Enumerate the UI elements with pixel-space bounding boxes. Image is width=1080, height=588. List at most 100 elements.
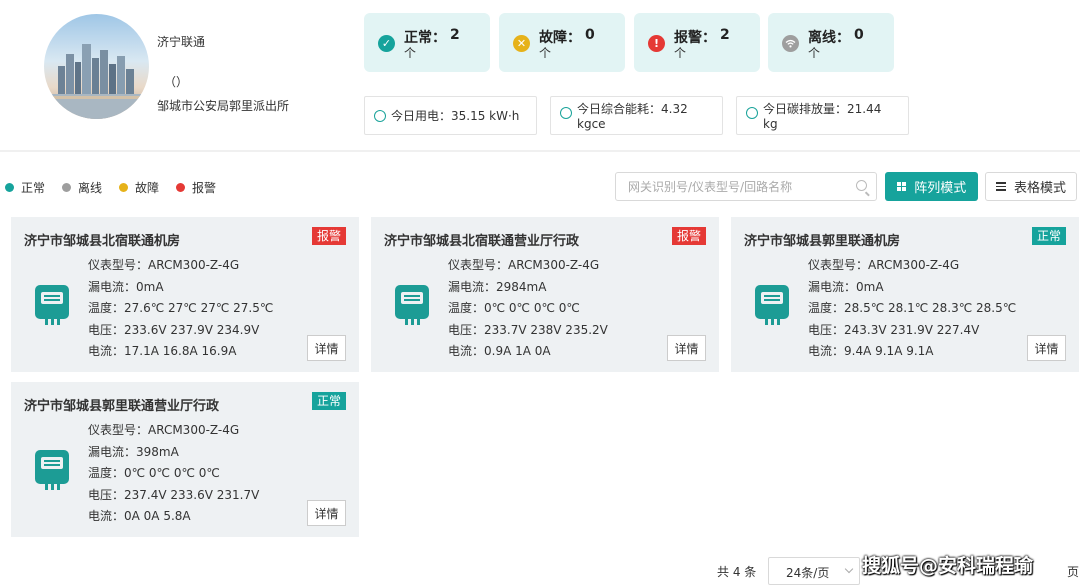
device-monitor-page: 济宁联通 （） 邹城市公安局郭里派出所 ✓ 正常： 2 个 ✕ 故障： 0 个 … xyxy=(0,0,1080,588)
device-title: 济宁市邹城县北宿联通营业厅行政 xyxy=(384,234,580,249)
stat-count: 2 xyxy=(720,27,730,43)
status-badge: 正常 xyxy=(1031,227,1066,245)
wifi-off-icon xyxy=(782,35,799,52)
voltage: 电压：237.4V 233.6V 231.7V xyxy=(88,487,260,502)
device-card[interactable]: 济宁市邹城县郭里联通机房 正常 仪表型号：ARCM300-Z-4G 漏电流：0m… xyxy=(731,217,1079,372)
stat-unit: 个 xyxy=(539,46,552,60)
grid-icon xyxy=(896,181,907,192)
current: 电流：9.4A 9.1A 9.1A xyxy=(808,344,934,359)
stat-alarm[interactable]: ! 报警： 2 个 xyxy=(634,13,760,72)
voltage: 电压：233.7V 238V 235.2V xyxy=(448,322,608,337)
gauge-icon xyxy=(560,107,572,119)
energy-consumption-unit: kgce xyxy=(577,117,606,131)
org-station: 邹城市公安局郭里派出所 xyxy=(157,99,290,113)
org-avatar xyxy=(44,14,149,119)
legend-item-fault: 故障 xyxy=(119,179,159,196)
carbon-emission-box: 今日碳排放量：21.44 kg xyxy=(736,96,909,135)
leakage-current: 漏电流：2984mA xyxy=(448,279,547,294)
list-icon xyxy=(995,180,1006,193)
device-title: 济宁市邹城县郭里联通机房 xyxy=(744,234,901,249)
energy-consumption-value: 今日综合能耗：4.32 xyxy=(577,102,688,116)
stat-fault[interactable]: ✕ 故障： 0 个 xyxy=(499,13,625,72)
status-legend: 正常 离线 故障 报警 xyxy=(5,179,233,196)
search-icon[interactable] xyxy=(856,180,867,191)
lightning-icon xyxy=(374,110,386,122)
detail-button[interactable]: 详情 xyxy=(667,335,706,361)
leakage-current: 漏电流：398mA xyxy=(88,444,179,459)
stat-normal[interactable]: ✓ 正常： 2 个 xyxy=(364,13,490,72)
device-info: 仪表型号：ARCM300-Z-4G 漏电流：398mA 温度：0℃ 0℃ 0℃ … xyxy=(88,420,259,528)
voltage: 电压：243.3V 231.9V 227.4V xyxy=(808,322,980,337)
device-title: 济宁市邹城县北宿联通机房 xyxy=(24,234,181,249)
meter-icon xyxy=(35,285,69,331)
legend-item-normal: 正常 xyxy=(5,179,45,196)
device-title: 济宁市邹城县郭里联通营业厅行政 xyxy=(24,399,220,414)
stat-unit: 个 xyxy=(808,46,821,60)
legend-dot xyxy=(176,183,186,192)
legend-dot xyxy=(5,183,14,192)
legend-label: 故障 xyxy=(135,181,160,195)
detail-button[interactable]: 详情 xyxy=(307,335,346,361)
status-badge: 报警 xyxy=(671,227,706,245)
page-size-select[interactable]: 24条/页 xyxy=(768,557,860,585)
meter-icon xyxy=(35,450,69,496)
search-box xyxy=(615,172,877,201)
status-badge: 正常 xyxy=(311,392,346,410)
meter-model: 仪表型号：ARCM300-Z-4G xyxy=(808,258,960,272)
detail-button[interactable]: 详情 xyxy=(1027,335,1066,361)
legend-item-alarm: 报警 xyxy=(176,179,216,196)
fault-circle-icon: ✕ xyxy=(513,35,530,52)
legend-label: 报警 xyxy=(192,181,217,195)
carbon-emission: 今日碳排放量：21.44 kg xyxy=(763,102,881,132)
temperature: 温度：28.5℃ 28.1℃ 28.3℃ 28.5℃ xyxy=(808,301,1017,316)
device-card[interactable]: 济宁市邹城县郭里联通营业厅行政 正常 仪表型号：ARCM300-Z-4G 漏电流… xyxy=(11,382,359,537)
stat-count: 0 xyxy=(854,27,864,43)
meter-icon xyxy=(395,285,429,331)
current: 电流：0A 0A 5.8A xyxy=(88,509,191,524)
page-unit-label: 页 xyxy=(1067,565,1080,579)
stat-offline[interactable]: 离线： 0 个 xyxy=(768,13,894,72)
table-mode-button[interactable]: 表格模式 xyxy=(985,172,1077,201)
legend-label: 正常 xyxy=(21,181,46,195)
energy-consumption-box: 今日综合能耗：4.32 kgce xyxy=(550,96,723,135)
status-badge: 报警 xyxy=(311,227,346,245)
meter-model: 仪表型号：ARCM300-Z-4G xyxy=(88,423,240,437)
current: 电流：0.9A 1A 0A xyxy=(448,344,551,359)
temperature: 温度：27.6℃ 27℃ 27℃ 27.5℃ xyxy=(88,301,274,316)
device-card[interactable]: 济宁市邹城县北宿联通营业厅行政 报警 仪表型号：ARCM300-Z-4G 漏电流… xyxy=(371,217,719,372)
header-divider xyxy=(0,150,1080,152)
stat-unit: 个 xyxy=(674,46,687,60)
table-mode-label: 表格模式 xyxy=(1013,181,1066,196)
leakage-current: 漏电流：0mA xyxy=(808,279,884,294)
alert-circle-icon: ! xyxy=(648,35,665,52)
energy-power: 今日用电：35.15 kW·h xyxy=(391,109,520,123)
energy-power-box: 今日用电：35.15 kW·h xyxy=(364,96,537,135)
grid-mode-button[interactable]: 阵列模式 xyxy=(885,172,978,201)
recycle-icon xyxy=(746,107,758,119)
legend-item-offline: 离线 xyxy=(62,179,102,196)
check-circle-icon: ✓ xyxy=(378,35,395,52)
chevron-down-icon xyxy=(844,564,854,574)
meter-model: 仪表型号：ARCM300-Z-4G xyxy=(448,258,600,272)
detail-button[interactable]: 详情 xyxy=(307,500,346,526)
stat-count: 0 xyxy=(585,27,595,43)
carbon-emission-value: 今日碳排放量：21.44 xyxy=(763,102,882,116)
current: 电流：17.1A 16.8A 16.9A xyxy=(88,344,237,359)
stat-unit: 个 xyxy=(404,46,417,60)
total-count: 共 4 条 xyxy=(717,565,757,579)
meter-icon xyxy=(755,285,789,331)
legend-label: 离线 xyxy=(78,181,103,195)
search-input[interactable] xyxy=(628,178,848,196)
stat-count: 2 xyxy=(450,27,460,43)
meter-model: 仪表型号：ARCM300-Z-4G xyxy=(88,258,240,272)
device-info: 仪表型号：ARCM300-Z-4G 漏电流：0mA 温度：27.6℃ 27℃ 2… xyxy=(88,255,273,363)
energy-consumption: 今日综合能耗：4.32 kgce xyxy=(577,102,688,132)
voltage: 电压：233.6V 237.9V 234.9V xyxy=(88,322,260,337)
temperature: 温度：0℃ 0℃ 0℃ 0℃ xyxy=(88,466,220,481)
legend-dot xyxy=(119,183,129,192)
legend-dot xyxy=(62,183,72,192)
leakage-current: 漏电流：0mA xyxy=(88,279,164,294)
org-subtitle: （） xyxy=(164,75,189,89)
device-card[interactable]: 济宁市邹城县北宿联通机房 报警 仪表型号：ARCM300-Z-4G 漏电流：0m… xyxy=(11,217,359,372)
device-info: 仪表型号：ARCM300-Z-4G 漏电流：0mA 温度：28.5℃ 28.1℃… xyxy=(808,255,1016,363)
